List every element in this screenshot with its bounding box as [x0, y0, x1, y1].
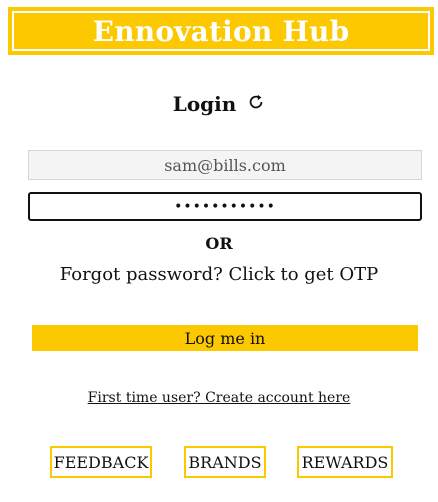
login-heading: Login — [0, 90, 438, 118]
rewards-button[interactable]: REWARDS — [297, 446, 393, 478]
login-heading-label: Login — [172, 92, 237, 116]
login-button[interactable]: Log me in — [32, 325, 418, 351]
password-input[interactable] — [28, 192, 422, 221]
feedback-button[interactable]: FEEDBACK — [50, 446, 152, 478]
header-banner: Ennovation Hub — [8, 7, 434, 55]
refresh-icon[interactable] — [247, 90, 265, 118]
create-account-link[interactable]: First time user? Create account here — [0, 390, 438, 406]
or-separator: OR — [205, 234, 233, 253]
brands-button[interactable]: BRANDS — [184, 446, 266, 478]
app-title: Ennovation Hub — [92, 14, 350, 48]
email-input[interactable] — [28, 150, 422, 180]
forgot-password-link[interactable]: Forgot password? Click to get OTP — [0, 264, 438, 285]
